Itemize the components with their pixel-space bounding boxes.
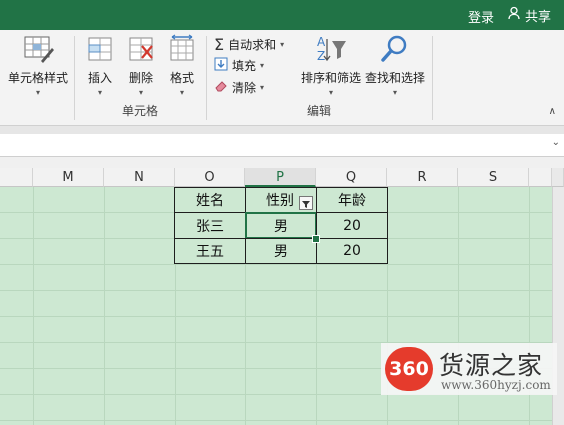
table-cell[interactable]: 张三	[174, 212, 246, 239]
column-header-R[interactable]: R	[387, 168, 458, 187]
fill-handle[interactable]	[312, 235, 320, 243]
delete-label: 删除	[128, 71, 153, 85]
sort-filter-button[interactable]: A Z 排序和筛选 ▾	[298, 32, 364, 97]
column-header-O[interactable]: O	[175, 168, 245, 187]
cell-styles-label: 单元格样式	[7, 71, 68, 85]
chevron-down-icon: ▾	[179, 88, 184, 97]
ribbon-divider	[206, 36, 207, 120]
watermark: 360 货源之家 www.360hyzj.com	[381, 343, 557, 395]
ribbon-divider	[432, 36, 433, 120]
expand-formula-bar-icon[interactable]: ⌄	[552, 137, 560, 148]
scrollbar-corner	[552, 168, 564, 187]
sort-filter-icon: A Z	[314, 32, 348, 66]
sort-filter-label: 排序和筛选	[300, 71, 361, 85]
column-header-P[interactable]: P	[245, 168, 316, 187]
cell-styles-button[interactable]: 单元格样式 ▾	[6, 32, 70, 97]
autosum-label: 自动求和	[228, 38, 277, 52]
filter-dropdown-button[interactable]	[299, 196, 313, 210]
autosum-button[interactable]: Σ 自动求和 ▾	[214, 35, 284, 54]
share-button[interactable]: 共享	[508, 6, 552, 25]
chevron-down-icon: ▾	[260, 61, 265, 70]
column-header-M[interactable]: M	[33, 168, 104, 187]
title-bar: 登录 共享	[0, 0, 564, 30]
chevron-down-icon: ▾	[35, 88, 40, 97]
active-cell[interactable]: 男	[245, 212, 317, 239]
column-header-Q[interactable]: Q	[316, 168, 387, 187]
chevron-down-icon: ▾	[97, 88, 102, 97]
filter-funnel-icon	[301, 194, 311, 213]
ribbon: 单元格样式 ▾ 插入 ▾ 删除 ▾ 格式 ▾ 单元格 Σ 自动求和 ▾ 填充 ▾…	[0, 30, 564, 126]
format-button[interactable]: 格式 ▾	[162, 32, 202, 97]
sigma-icon: Σ	[214, 35, 225, 54]
table-cell[interactable]: 王五	[174, 238, 246, 264]
clear-label: 清除	[232, 81, 257, 95]
column-header[interactable]	[0, 168, 33, 187]
ribbon-divider	[74, 36, 75, 120]
table-cell[interactable]: 20	[316, 212, 388, 239]
fill-button[interactable]: 填充 ▾	[214, 57, 264, 74]
formula-bar[interactable]: ⌄	[0, 134, 564, 157]
column-header[interactable]	[529, 168, 552, 187]
svg-text:A: A	[317, 35, 326, 49]
fill-down-icon	[214, 57, 228, 74]
fill-label: 填充	[232, 59, 257, 73]
person-icon	[508, 6, 522, 24]
column-header-N[interactable]: N	[104, 168, 175, 187]
format-cells-icon	[167, 32, 197, 66]
insert-button[interactable]: 插入 ▾	[80, 32, 120, 97]
collapse-ribbon-icon[interactable]: ∧	[549, 106, 556, 117]
chevron-down-icon: ▾	[280, 40, 285, 49]
cell-styles-icon	[21, 32, 55, 66]
chevron-down-icon: ▾	[392, 88, 397, 97]
watermark-name: 货源之家	[439, 351, 544, 380]
chevron-down-icon: ▾	[328, 88, 333, 97]
watermark-url: www.360hyzj.com	[441, 378, 551, 392]
table-header-cell[interactable]: 姓名	[174, 187, 246, 213]
insert-label: 插入	[87, 71, 112, 85]
format-label: 格式	[169, 71, 194, 85]
table-cell[interactable]: 20	[316, 238, 388, 264]
insert-cells-icon	[85, 32, 115, 66]
group-label-editing: 编辑	[307, 104, 332, 118]
find-select-button[interactable]: 查找和选择 ▾	[364, 32, 426, 97]
delete-button[interactable]: 删除 ▾	[121, 32, 161, 97]
chevron-down-icon: ▾	[260, 83, 265, 92]
svg-text:Z: Z	[317, 49, 325, 63]
share-label: 共享	[525, 9, 552, 25]
group-label-cells: 单元格	[122, 104, 159, 118]
eraser-icon	[214, 79, 228, 96]
chevron-down-icon: ▾	[138, 88, 143, 97]
column-header-S[interactable]: S	[458, 168, 529, 187]
find-select-label: 查找和选择	[364, 71, 425, 85]
magnifier-icon	[380, 32, 410, 66]
ribbon-gap	[0, 126, 564, 134]
login-link[interactable]: 登录	[468, 7, 494, 26]
clear-button[interactable]: 清除 ▾	[214, 79, 264, 96]
watermark-logo: 360	[385, 347, 433, 391]
delete-cells-icon	[126, 32, 156, 66]
table-cell[interactable]: 男	[245, 238, 317, 264]
table-header-cell[interactable]: 年龄	[316, 187, 388, 213]
